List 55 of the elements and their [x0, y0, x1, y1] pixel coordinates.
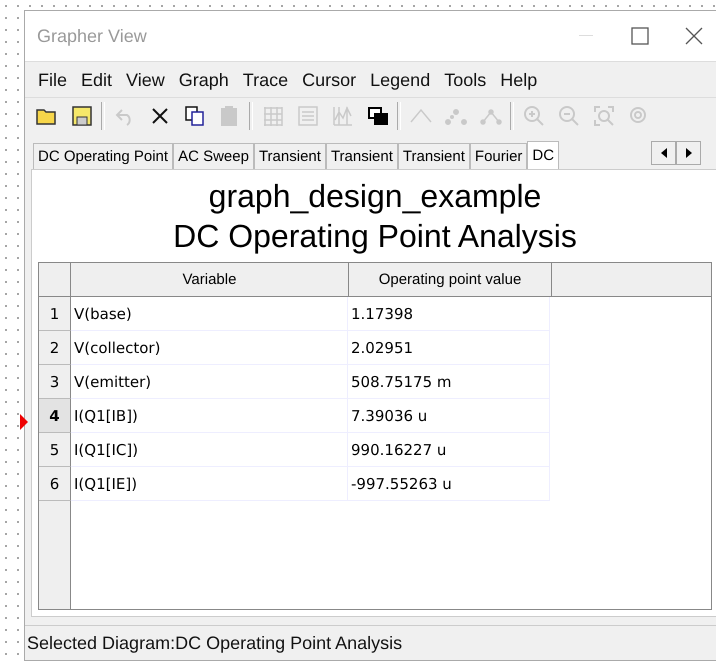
table-cell: 508.75175 m: [348, 365, 550, 399]
maximize-icon: [631, 27, 649, 45]
minimize-icon: [579, 35, 593, 37]
tab[interactable]: Fourier: [470, 143, 528, 169]
menu-item[interactable]: View: [119, 68, 172, 93]
left-arrow-icon: [660, 148, 666, 158]
tab[interactable]: Transient: [254, 143, 326, 169]
row-pointer-icon: [20, 414, 28, 430]
scroll-right-button[interactable]: [676, 141, 701, 165]
column-header[interactable]: Operating point value: [349, 263, 552, 297]
table-cell: I(Q1[IE]): [71, 467, 348, 501]
chart-cursor-icon: [330, 104, 354, 128]
right-arrow-icon: [686, 148, 692, 158]
row-header[interactable]: 2: [39, 331, 71, 365]
column-header[interactable]: Variable: [71, 263, 349, 297]
menu-item[interactable]: File: [31, 68, 74, 93]
menu-item[interactable]: Edit: [74, 68, 120, 93]
window-title: Grapher View: [37, 26, 148, 46]
table-cell: V(base): [71, 297, 348, 331]
table-cell: I(Q1[IB]): [71, 399, 348, 433]
zoom-out-icon: [556, 104, 580, 128]
row-header[interactable]: 1: [39, 297, 71, 331]
status-text: Selected Diagram:DC Operating Point Analysis: [27, 632, 402, 654]
scroll-left-button[interactable]: [651, 141, 676, 165]
tab[interactable]: AC Sweep: [173, 143, 254, 169]
table-cell: V(emitter): [71, 365, 348, 399]
table-cell: I(Q1[IC]): [71, 433, 348, 467]
menu-item[interactable]: Cursor: [295, 68, 364, 93]
menu-item[interactable]: Graph: [172, 68, 236, 93]
menu-item[interactable]: Help: [493, 68, 544, 93]
diagram-title: graph_design_example: [208, 177, 542, 216]
zoom-fit-icon: [592, 104, 616, 128]
tab[interactable]: DC: [527, 141, 560, 169]
tab[interactable]: Transient: [398, 143, 470, 169]
list-icon: [296, 104, 320, 128]
tab[interactable]: DC Operating Point: [33, 143, 174, 169]
menu-item[interactable]: Legend: [363, 68, 438, 93]
copy-icon: [182, 104, 206, 128]
diagram-subtitle: DC Operating Point Analysis: [173, 217, 577, 256]
close-icon: [685, 27, 703, 45]
row-header[interactable]: 3: [39, 365, 71, 399]
table-cell: 7.39036 u: [348, 399, 550, 433]
tab[interactable]: Transient: [326, 143, 398, 169]
row-header[interactable]: 6: [39, 467, 71, 501]
table-cell: 2.02951: [348, 331, 550, 365]
row-header[interactable]: 4: [39, 399, 71, 433]
menu-item[interactable]: Tools: [437, 68, 494, 93]
table-cell: 990.16227 u: [348, 433, 550, 467]
table-cell: V(collector): [71, 331, 348, 365]
zoom-in-icon: [522, 104, 546, 128]
row-header[interactable]: 5: [39, 433, 71, 467]
menu-item[interactable]: Trace: [236, 68, 296, 93]
overlapping-squares-icon: [366, 104, 390, 128]
table-cell: 1.17398: [348, 297, 550, 331]
table-cell: -997.55263 u: [348, 467, 550, 501]
